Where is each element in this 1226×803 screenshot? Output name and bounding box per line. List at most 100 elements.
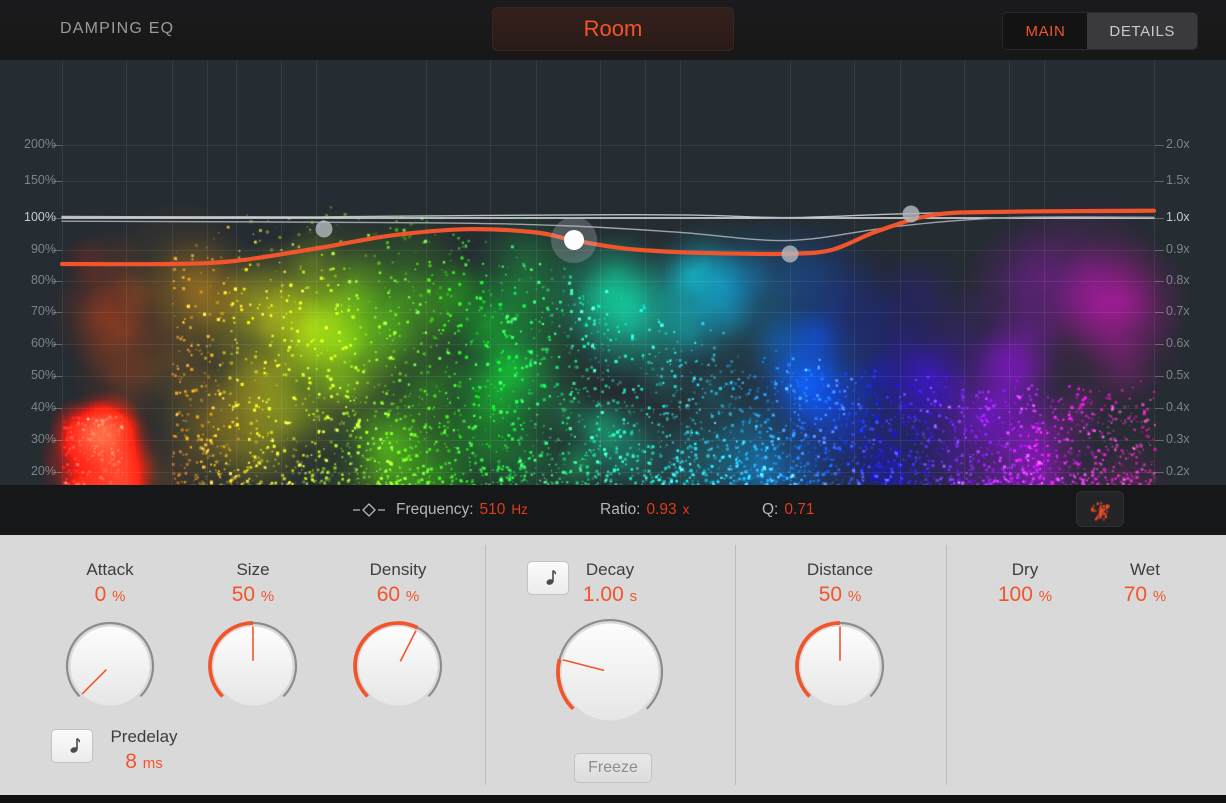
axis-tick <box>1155 181 1164 182</box>
axis-tick <box>1155 440 1164 441</box>
freeze-button[interactable]: Freeze <box>574 753 652 783</box>
axis-tick <box>53 408 62 409</box>
decay-label: Decay <box>585 560 635 579</box>
eq-curves <box>59 208 1157 267</box>
frequency-label: Frequency: <box>396 501 474 518</box>
axis-tick <box>53 440 62 441</box>
axis-tick <box>1155 281 1164 282</box>
y-axis-left-label: 40% <box>30 400 56 414</box>
axis-tick <box>53 218 62 219</box>
y-axis-left-label: 80% <box>30 273 56 287</box>
frequency-readout[interactable]: Frequency: 510 Hz <box>396 501 528 519</box>
dry-control: Dry 100 % <box>965 560 1085 607</box>
axis-tick <box>53 250 62 251</box>
panel-divider-1 <box>485 545 486 785</box>
frequency-value: 510 <box>479 501 506 518</box>
music-note-icon <box>70 737 80 753</box>
axis-tick <box>1155 312 1164 313</box>
knob-body[interactable] <box>561 623 659 721</box>
axis-tick <box>53 376 62 377</box>
density-value[interactable]: 60 % <box>328 583 468 607</box>
preset-label: Room <box>583 16 643 41</box>
size-label: Size <box>236 560 270 579</box>
axis-tick <box>1155 408 1164 409</box>
axis-tick <box>1155 472 1164 473</box>
y-axis-right-label: 0.4x <box>1166 400 1190 414</box>
y-axis-left-label: 50% <box>30 368 56 382</box>
eq-handle-band-4[interactable] <box>902 205 920 223</box>
axis-tick <box>1155 250 1164 251</box>
y-axis-right-label: 0.9x <box>1166 242 1190 256</box>
ratio-readout[interactable]: Ratio: 0.93 x <box>600 501 689 519</box>
eq-handle-band-2[interactable] <box>563 230 584 251</box>
density-knob[interactable] <box>328 618 468 714</box>
predelay-control: Predelay 8 ms <box>98 727 190 774</box>
tab-main[interactable]: MAIN <box>1003 13 1088 49</box>
plugin-window: DAMPING EQ Room MAIN DETAILS 200% 2.0x 150… <box>0 0 1226 803</box>
ratio-unit: x <box>682 502 690 517</box>
axis-tick <box>53 281 62 282</box>
particle-cluster-icon <box>1077 492 1123 526</box>
knob-body[interactable] <box>358 626 438 706</box>
y-axis-right-label: 0.5x <box>1166 368 1190 382</box>
y-axis-left-label: 30% <box>30 432 56 446</box>
particle-display-toggle-button[interactable] <box>1076 491 1124 527</box>
dry-label: Dry <box>1011 560 1039 579</box>
wet-control: Wet 70 % <box>1085 560 1205 607</box>
size-control: Size 50 % <box>183 560 323 714</box>
preset-button[interactable]: Room <box>492 7 734 51</box>
y-axis-left-label: 90% <box>30 242 56 256</box>
eq-graph[interactable]: 200% 2.0x 150% 1.5x 100% 1.0x 90% 0.9x 80% 0.8x 70… <box>0 60 1226 485</box>
y-axis-right-label: 0.6x <box>1166 336 1190 350</box>
y-axis-left-label: 150% <box>24 173 56 187</box>
panel-divider-3 <box>946 545 947 785</box>
wet-label: Wet <box>1130 560 1160 579</box>
axis-tick <box>1155 344 1164 345</box>
view-tabs: MAIN DETAILS <box>1002 12 1198 50</box>
decay-knob[interactable] <box>540 618 680 730</box>
attack-value[interactable]: 0 % <box>40 583 180 607</box>
control-panel: Attack 0 % Predelay 8 ms Size 50 % Densi… <box>0 535 1226 795</box>
q-value: 0.71 <box>784 501 815 518</box>
band-shape-icon[interactable] <box>352 501 386 519</box>
size-knob[interactable] <box>183 618 323 714</box>
q-readout[interactable]: Q: 0.71 <box>762 501 815 519</box>
attack-control: Attack 0 % <box>40 560 180 714</box>
curve-band-response-lower <box>61 216 1155 242</box>
axis-tick <box>53 181 62 182</box>
y-axis-right-label: 1.0x <box>1166 210 1190 224</box>
decay-value[interactable]: 1.00 s <box>540 583 680 607</box>
attack-knob[interactable] <box>40 618 180 714</box>
axis-tick <box>53 312 62 313</box>
dry-value[interactable]: 100 % <box>965 583 1085 607</box>
panel-divider-2 <box>735 545 736 785</box>
y-axis-left-label: 60% <box>30 336 56 350</box>
axis-tick <box>1155 218 1164 219</box>
wet-value[interactable]: 70 % <box>1085 583 1205 607</box>
ratio-label: Ratio: <box>600 501 641 518</box>
predelay-value[interactable]: 8 ms <box>98 750 190 774</box>
axis-tick <box>53 472 62 473</box>
tab-details[interactable]: DETAILS <box>1087 13 1197 49</box>
predelay-label: Predelay <box>110 727 178 746</box>
density-label: Density <box>369 560 427 579</box>
distance-knob[interactable] <box>770 618 910 714</box>
y-axis-right-label: 0.3x <box>1166 432 1190 446</box>
y-axis-left-label: 200% <box>24 137 56 151</box>
y-axis-right-label: 0.2x <box>1166 464 1190 478</box>
eq-handle-band-3[interactable] <box>781 245 799 263</box>
y-axis-right-label: 1.5x <box>1166 173 1190 187</box>
size-value[interactable]: 50 % <box>183 583 323 607</box>
predelay-tempo-sync-button[interactable] <box>51 729 93 763</box>
page-title: DAMPING EQ <box>60 20 175 37</box>
q-label: Q: <box>762 501 779 518</box>
eq-handle-band-1[interactable] <box>315 220 333 238</box>
frequency-unit: Hz <box>511 502 528 517</box>
axis-tick <box>53 344 62 345</box>
distance-value[interactable]: 50 % <box>770 583 910 607</box>
y-axis-right-label: 0.7x <box>1166 304 1190 318</box>
axis-tick <box>1155 376 1164 377</box>
parameter-readout-bar: Frequency: 510 Hz Ratio: 0.93 x Q: 0.71 <box>0 485 1226 535</box>
y-axis-left-label: 20% <box>30 464 56 478</box>
attack-label: Attack <box>86 560 134 579</box>
